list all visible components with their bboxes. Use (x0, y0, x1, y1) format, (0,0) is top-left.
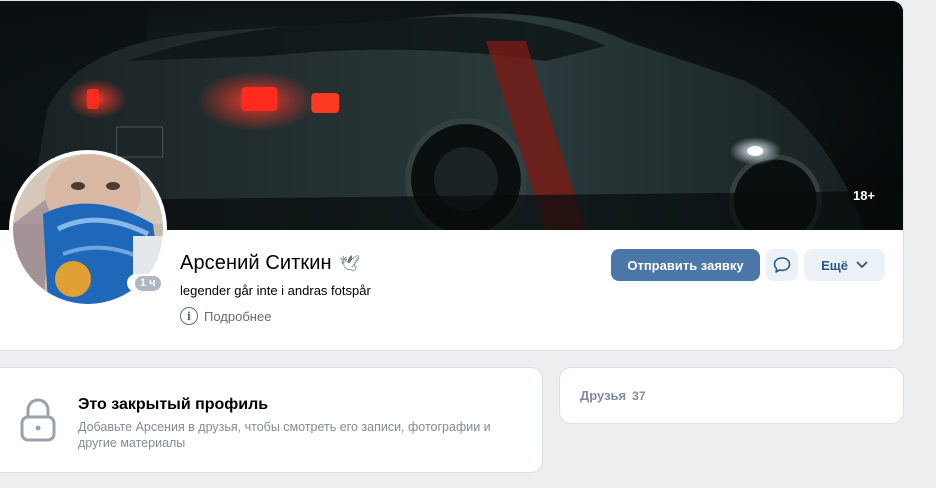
chevron-down-icon (856, 261, 868, 268)
online-status-badge: 1 ч (127, 274, 169, 292)
more-label: Ещё (821, 257, 848, 273)
closed-profile-card: Это закрытый профиль Добавьте Арсения в … (0, 367, 543, 473)
friends-count: 37 (632, 388, 646, 403)
profile-name: Арсений Ситкин (180, 252, 332, 274)
closed-profile-title: Это закрытый профиль (78, 396, 269, 413)
chat-bubble-icon (773, 257, 791, 273)
friends-label: Друзья (580, 388, 627, 403)
closed-profile-description: Добавьте Арсения в друзья, чтобы смотрет… (78, 420, 491, 450)
last-seen-label: 1 ч (135, 275, 161, 291)
age-restriction-badge: 18+ (847, 181, 881, 209)
profile-status: legender går inte i andras fotspår (180, 283, 371, 298)
profile-header-card: 18+ 1 ч Арсений Ситкин 🕊 legender går in… (0, 0, 904, 351)
details-link[interactable]: i Подробнее (180, 307, 271, 325)
more-button[interactable]: Ещё (804, 249, 885, 281)
profile-name-row: Арсений Ситкин 🕊 (180, 252, 360, 275)
send-friend-request-button[interactable]: Отправить заявку (611, 249, 760, 281)
message-button[interactable] (766, 249, 798, 281)
dove-icon: 🕊 (339, 255, 360, 273)
info-icon: i (180, 307, 198, 325)
lock-icon (20, 398, 56, 442)
friends-card[interactable]: Друзья 37 (559, 367, 904, 424)
details-label: Подробнее (204, 308, 272, 324)
